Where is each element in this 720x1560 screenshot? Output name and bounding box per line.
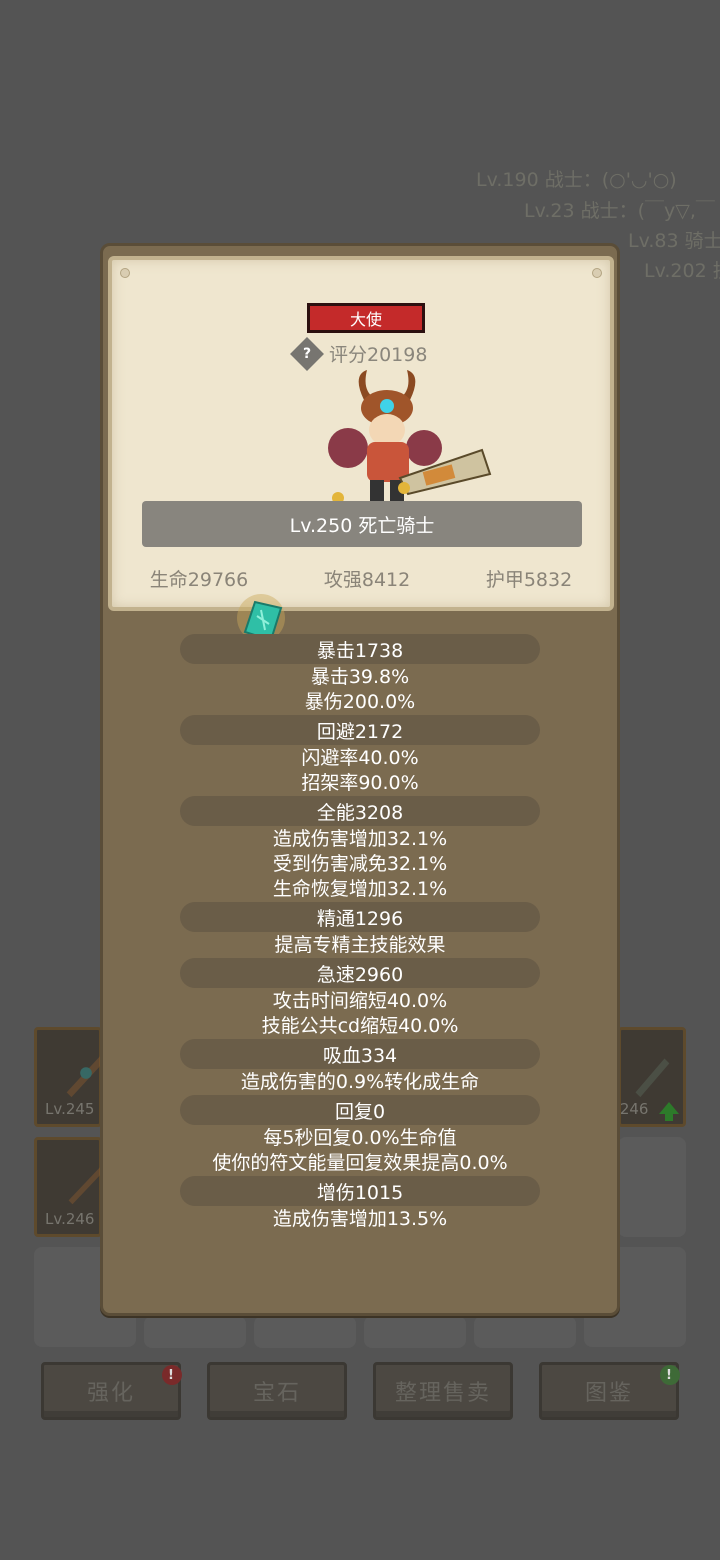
gem-button[interactable]: 宝石 [207,1362,347,1420]
rivet-decoration [120,268,130,278]
stat-detail: 受到伤害减免32.1% [272,853,448,875]
stat-header: 全能3208 [180,796,540,826]
stat-group-versatility: 全能3208 造成伤害增加32.1% 受到伤害减免32.1% 生命恢复增加32.… [103,796,617,902]
empty-inventory-slot[interactable] [144,1316,246,1348]
stat-header: 精通1296 [180,902,540,932]
codex-button-label: 图鉴 [584,1381,633,1406]
character-name-bar: Lv.250 死亡骑士 [142,501,582,547]
stat-detail: 每5秒回复0.0%生命值 [263,1127,457,1149]
chat-log-line: Lv.83 骑士 [628,230,720,252]
upgrade-arrow-icon [659,1102,679,1121]
character-name: Lv.250 死亡骑士 [289,514,435,537]
enhance-button-label: 强化 [86,1381,135,1406]
stat-group-dodge: 回避2172 闪避率40.0% 招架率90.0% [103,715,617,796]
stat-detail: 造成伤害增加13.5% [272,1208,448,1230]
stat-detail: 攻击时间缩短40.0% [272,990,448,1012]
empty-inventory-slot[interactable] [618,1137,686,1237]
empty-inventory-slot[interactable] [254,1316,356,1348]
empty-inventory-slot[interactable] [474,1316,576,1348]
alert-badge-icon: ! [660,1365,680,1385]
inventory-slot[interactable]: Lv.245 [34,1027,106,1127]
score-text: 评分20198 [329,344,428,366]
empty-inventory-slot[interactable] [364,1316,466,1348]
stat-group-crit: 暴击1738 暴击39.8% 暴伤200.0% [103,634,617,715]
stat-detail: 造成伤害增加32.1% [272,828,448,850]
stat-detail: 造成伤害的0.9%转化成生命 [240,1071,480,1093]
character-detail-popup[interactable]: 大使 ? 评分20198 Lv.250 死亡骑士 生命29766 攻强8412 … [100,243,620,1316]
attack-stat: 攻强8412 [323,569,411,591]
alert-badge-icon: ! [162,1365,182,1385]
item-level: Lv.246 [45,1210,95,1228]
hero-portrait [328,370,492,504]
stat-detail: 暴击39.8% [310,666,410,688]
item-level: Lv.245 [45,1100,95,1118]
chat-log-line: Lv.202 技 [644,260,720,282]
stat-header: 吸血334 [180,1039,540,1069]
inventory-slot[interactable]: Lv.246 [34,1137,108,1237]
armor-stat: 护甲5832 [485,569,573,591]
stat-header: 回复0 [180,1095,540,1125]
gem-button-label: 宝石 [252,1381,301,1406]
score-row: ? 评分20198 [290,336,428,371]
chat-log-line: Lv.190 战士：(○'◡'○) [476,169,677,191]
stat-header: 回避2172 [180,715,540,745]
stat-group-haste: 急速2960 攻击时间缩短40.0% 技能公共cd缩短40.0% [103,958,617,1039]
character-card: 大使 ? 评分20198 Lv.250 死亡骑士 生命29766 攻强8412 … [108,256,614,611]
inventory-slot[interactable]: Lv.246 [599,1027,686,1127]
stat-detail: 招架率90.0% [301,772,419,794]
stat-list: 暴击1738 暴击39.8% 暴伤200.0% 回避2172 闪避率40.0% … [103,634,617,1232]
sort-sell-button-label: 整理售卖 [394,1381,491,1406]
stat-detail: 闪避率40.0% [301,747,419,769]
stat-group-mastery: 精通1296 提高专精主技能效果 [103,902,617,958]
stat-detail: 暴伤200.0% [304,691,416,713]
chat-log-line: Lv.23 战士：(￣y▽,￣ [524,200,715,222]
rivet-decoration [592,268,602,278]
stat-detail: 技能公共cd缩短40.0% [261,1015,459,1037]
rank-badge: 大使 [307,303,425,333]
enhance-button[interactable]: 强化 ! [41,1362,182,1420]
stat-header: 增伤1015 [180,1176,540,1206]
base-stats-row: 生命29766 攻强8412 护甲5832 [112,565,610,592]
rank-label: 大使 [349,310,382,329]
hp-stat: 生命29766 [149,569,249,591]
codex-button[interactable]: 图鉴 ! [539,1362,680,1420]
sort-sell-button[interactable]: 整理售卖 [373,1362,513,1420]
stat-group-damage-bonus: 增伤1015 造成伤害增加13.5% [103,1176,617,1232]
stat-header: 急速2960 [180,958,540,988]
weapon-icon [635,1058,670,1098]
stat-header: 暴击1738 [180,634,540,664]
stat-detail: 生命恢复增加32.1% [272,878,448,900]
stat-group-recovery: 回复0 每5秒回复0.0%生命值 使你的符文能量回复效果提高0.0% [103,1095,617,1176]
stat-group-lifesteal: 吸血334 造成伤害的0.9%转化成生命 [103,1039,617,1095]
stat-detail: 提高专精主技能效果 [274,934,446,956]
question-icon[interactable]: ? [290,336,324,371]
stat-detail: 使你的符文能量回复效果提高0.0% [212,1152,508,1174]
